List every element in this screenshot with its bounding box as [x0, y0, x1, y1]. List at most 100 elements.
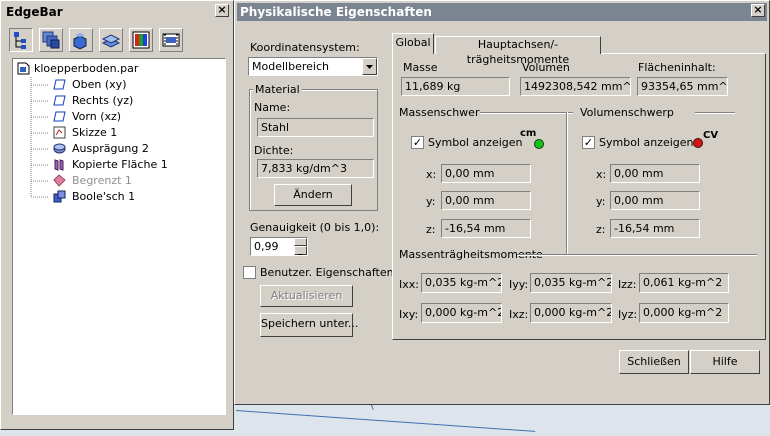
feature-pathfinder-tab[interactable]: [9, 28, 33, 52]
ixz-field: 0,000 kg-m^2: [530, 303, 612, 323]
density-field: 7,833 kg/dm^3: [257, 159, 374, 178]
film-icon: [162, 33, 180, 47]
cm-symbol-icon: [534, 139, 544, 149]
tree-item-label: Skizze 1: [72, 126, 118, 139]
izz-field: 0,061 kg-m^2: [639, 273, 729, 293]
cm-group-divider: [480, 112, 573, 114]
cm-cv-separator: [566, 112, 568, 254]
feature-tree[interactable]: kloepperboden.par Oben (xy) Rechts (yz) …: [12, 58, 226, 415]
dialog-close-button[interactable]: ×: [751, 4, 765, 17]
ixy-label: Ixy:: [399, 308, 419, 321]
ixz-label: Ixz:: [509, 308, 529, 321]
edgebar-close-button[interactable]: ×: [215, 4, 229, 17]
volume-field: 1492308,542 mm^3: [520, 77, 631, 96]
edgebar-title: EdgeBar: [3, 3, 231, 21]
layers-tab[interactable]: [99, 28, 123, 52]
iyy-label: Iyy:: [509, 278, 529, 291]
arrow-down-icon: [298, 254, 303, 255]
cm-z-field: -16,54 mm: [441, 219, 531, 238]
accuracy-spinner[interactable]: 0,99: [250, 237, 308, 256]
cm-y-field: 0,00 mm: [441, 191, 531, 210]
assembly-tab[interactable]: [69, 28, 93, 52]
cm-x-field: 0,00 mm: [441, 164, 531, 183]
spin-up-button[interactable]: [294, 238, 307, 250]
palette-icon: [132, 31, 150, 49]
tree-item-label: Vorn (xz): [72, 110, 122, 123]
family-of-parts-tab[interactable]: [39, 28, 63, 52]
plane-icon: [53, 111, 66, 122]
plane-icon: [53, 79, 66, 90]
update-button[interactable]: Aktualisieren: [260, 285, 353, 307]
cv-x-label: x:: [596, 168, 607, 181]
density-label: Dichte:: [254, 144, 294, 157]
chevron-down-icon: [366, 65, 373, 69]
dropdown-button[interactable]: [362, 58, 377, 75]
film-tab[interactable]: [159, 28, 183, 52]
mass-label: Masse: [403, 61, 438, 74]
cm-symbol-text: cm: [520, 128, 537, 139]
plane-icon: [53, 95, 66, 106]
material-name-field: Stahl: [257, 118, 374, 137]
izz-label: Izz:: [618, 278, 637, 291]
iyz-label: Iyz:: [618, 308, 638, 321]
revolve-feature-icon: [53, 143, 66, 154]
mass-field: 11,689 kg: [401, 77, 510, 96]
cv-symbol-icon: [693, 138, 703, 148]
tab-global-label: Global: [395, 36, 431, 49]
cm-z-label: z:: [426, 223, 436, 236]
tree-item-label: Kopierte Fläche 1: [72, 158, 168, 171]
edgebar-window: EdgeBar × kloepperboden.par Oben (xy) Re: [0, 0, 234, 430]
tree-item-label: Rechts (yz): [72, 94, 134, 107]
accuracy-value: 0,99: [254, 240, 279, 253]
cv-group-label: Volumenschwerp: [580, 106, 674, 119]
change-material-button[interactable]: Ändern: [274, 184, 352, 206]
user-properties-checkbox[interactable]: [243, 266, 256, 279]
help-button[interactable]: Hilfe: [690, 350, 760, 374]
cv-show-label: Symbol anzeigen: [599, 136, 694, 149]
cm-show-checkbox[interactable]: ✓: [411, 136, 424, 149]
cubes-icon: [73, 33, 87, 50]
close-button[interactable]: Schließen: [619, 350, 689, 374]
feature-tree-icon: [14, 32, 26, 49]
area-label: Flächeninhalt:: [638, 61, 716, 74]
coord-system-label: Koordinatensystem:: [250, 41, 360, 54]
ixy-field: 0,000 kg-m^2: [421, 303, 502, 323]
cv-z-field: -16,54 mm: [610, 219, 700, 238]
coord-system-select[interactable]: Modellbereich: [248, 57, 378, 76]
spin-down-button[interactable]: [294, 246, 307, 255]
copied-surface-icon: [54, 159, 64, 171]
tree-root-label: kloepperboden.par: [34, 62, 139, 75]
iyy-field: 0,035 kg-m^2: [530, 273, 612, 293]
coord-system-value: Modellbereich: [252, 60, 329, 73]
cm-y-label: y:: [426, 195, 436, 208]
tree-item-label: Oben (xy): [72, 78, 127, 91]
ixx-label: Ixx:: [399, 278, 419, 291]
tab-global[interactable]: Global: [392, 33, 434, 54]
cv-z-label: z:: [596, 223, 606, 236]
cm-group-label: Massenschwer: [399, 106, 480, 119]
boolean-icon: [53, 190, 66, 203]
sketch-icon: [53, 126, 66, 139]
material-name-label: Name:: [254, 101, 291, 114]
tab-principal-axes[interactable]: Hauptachsen/-trägheitsmomente: [435, 36, 601, 66]
iyz-field: 0,000 kg-m^2: [639, 303, 729, 323]
cv-y-label: y:: [596, 195, 606, 208]
tree-item-label: Begrenzt 1: [72, 174, 132, 187]
cm-x-label: x:: [426, 168, 437, 181]
cv-group-divider: [695, 112, 735, 114]
save-as-button[interactable]: Speichern unter...: [260, 313, 358, 337]
trim-surface-icon: [53, 174, 66, 187]
stack-icon: [101, 34, 121, 48]
tree-item-label: Ausprägung 2: [72, 142, 149, 155]
cv-show-checkbox[interactable]: ✓: [582, 136, 595, 149]
physical-properties-dialog: Physikalische Eigenschaften × Koordinate…: [234, 0, 770, 405]
user-properties-label: Benutzer. Eigenschaften: [260, 266, 394, 279]
inertia-group-divider: [517, 254, 757, 256]
color-tab[interactable]: [129, 28, 153, 52]
layers-icon: [42, 31, 60, 49]
volume-label: Volumen: [522, 61, 570, 74]
cv-symbol-text: CV: [703, 130, 719, 141]
accuracy-label: Genauigkeit (0 bis 1,0):: [250, 221, 380, 234]
cv-y-field: 0,00 mm: [610, 191, 700, 210]
cv-x-field: 0,00 mm: [610, 164, 700, 183]
